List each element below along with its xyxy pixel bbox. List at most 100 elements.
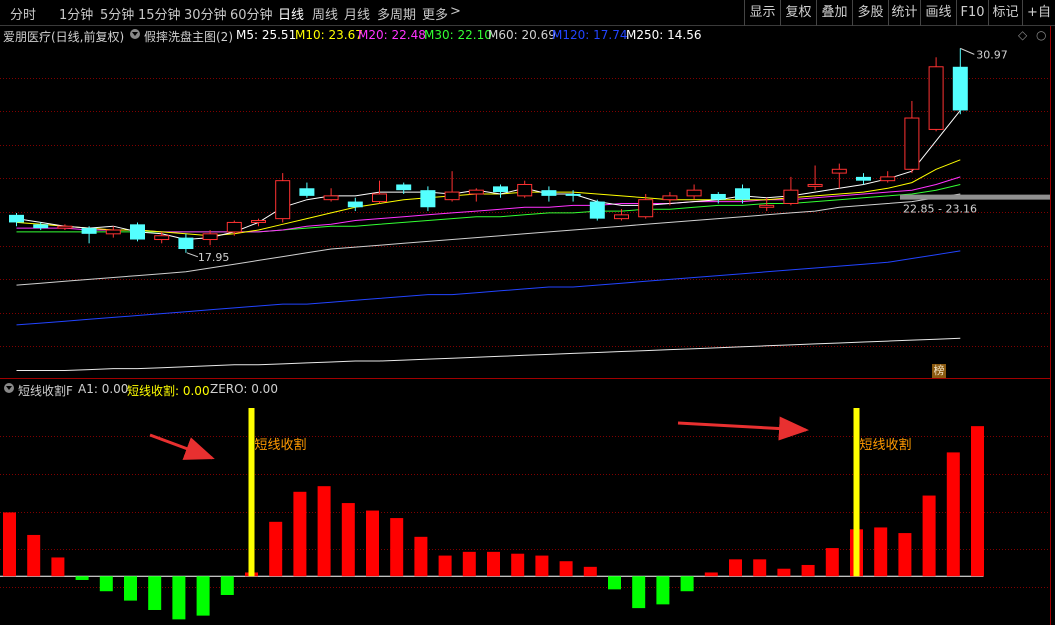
oscillator-bar [293,491,307,577]
candle-body [323,195,339,201]
diamond-icon[interactable]: ◇ [1018,28,1027,42]
candle [420,186,436,212]
oscillator-bar [825,548,839,577]
oscillator-bar [656,576,670,605]
mark-button[interactable]: 标记 [988,0,1022,26]
oscillator-bar [99,576,113,592]
candle-body [928,66,944,130]
oscillator-bar [124,576,137,601]
chevron-right-icon[interactable]: > [450,4,461,19]
oscillator-bar [487,551,500,577]
oscillator-bar [341,503,355,577]
oscillator-bar [874,527,888,577]
ma60-label: M60: 20.69 [488,28,556,42]
candle-body [226,221,242,233]
oscillator-bar [172,576,186,620]
period-fenshi[interactable]: 分时 [10,4,36,23]
signal-label: 短线收割 [860,437,912,453]
overlay-button[interactable]: 叠加 [816,0,852,26]
period-1min[interactable]: 1分钟 [59,4,93,23]
oscillator-bar [898,533,912,577]
add-watchlist-button[interactable]: +自选 [1022,0,1055,26]
candle [686,184,702,200]
candle [178,233,194,253]
period-30min[interactable]: 30分钟 [184,4,227,23]
period-15min[interactable]: 15分钟 [138,4,181,23]
oscillator-bar [632,576,646,609]
oscillator-chart[interactable]: 短线收割 短线收割 [0,398,1050,625]
period-5min[interactable]: 5分钟 [100,4,134,23]
signal-label: 短线收割 [255,437,307,453]
circle-icon[interactable]: ○ [1036,28,1046,42]
candle-body [904,117,920,170]
oscillator-bar [462,551,476,577]
candle-body [541,190,557,196]
candle-body [347,201,363,208]
indicator-toggle[interactable] [130,28,140,42]
candle-body [686,189,702,197]
indicator-name[interactable]: 假摔洗盘主图(2) [144,28,233,45]
oscillator-bar [51,557,65,577]
candle [299,182,315,198]
annotation-arrow-right [677,416,809,441]
f10-button[interactable]: F10 [956,0,988,26]
candle-body [565,193,581,196]
high-pointer [960,47,975,55]
chevron-down-icon[interactable] [130,29,140,39]
oscillator-bar [269,521,283,577]
candle [275,173,291,223]
oscillator-bar [390,518,404,577]
stats-button[interactable]: 统计 [888,0,920,26]
low-pointer [186,252,199,258]
candle [105,226,121,238]
candle [517,180,533,198]
period-monthly[interactable]: 月线 [344,4,370,23]
candle-body [444,191,460,201]
oscillator-bar [414,536,428,577]
period-weekly[interactable]: 周线 [312,4,338,23]
oscillator-bar [777,568,791,577]
sub-indicator-name[interactable]: 短线收割F [18,382,73,399]
candle-body [57,225,73,229]
ma20-label: M20: 22.48 [358,28,426,42]
candle-body [154,235,170,241]
candle-body [614,214,629,220]
candle [783,176,799,206]
signal-bar [248,408,255,577]
candle-body [807,183,823,187]
candle-body [493,186,508,193]
oscillator-bar [366,510,379,577]
display-button[interactable]: 显示 [744,0,780,26]
candle [9,212,24,227]
candle-body [952,66,968,111]
period-60min[interactable]: 60分钟 [230,4,273,23]
oscillator-bar [220,576,234,595]
chevron-down-icon[interactable] [4,383,14,393]
candle [541,186,557,202]
candle-body [517,183,533,197]
period-daily[interactable]: 日线 [278,4,304,23]
candle-body [710,193,726,200]
signal-value: 短线收割: 0.00 [127,384,210,398]
candle [952,48,968,115]
candle [444,171,460,202]
period-more[interactable]: 更多 [422,4,448,23]
multi-stock-button[interactable]: 多股 [852,0,888,26]
period-multi[interactable]: 多周期 [377,4,416,23]
candle-body [130,224,145,240]
oscillator-bar [75,576,89,580]
candle-body [759,204,775,208]
price-grid [0,78,1050,347]
adjust-button[interactable]: 复权 [780,0,816,26]
candlestick-chart[interactable]: 30.97 17.95 22.85 - 23.16 [0,44,1050,380]
ma5-label: M5: 25.51 [236,28,297,42]
candle-body [662,195,678,201]
rank-badge[interactable]: 榜 [932,364,946,378]
sub-indicator-toggle[interactable] [4,382,14,396]
candle-body [420,190,436,208]
oscillator-bar [801,564,815,577]
candle-body [251,220,266,223]
pane-divider[interactable] [0,378,1050,379]
candle [589,199,605,221]
draw-line-button[interactable]: 画线 [920,0,956,26]
